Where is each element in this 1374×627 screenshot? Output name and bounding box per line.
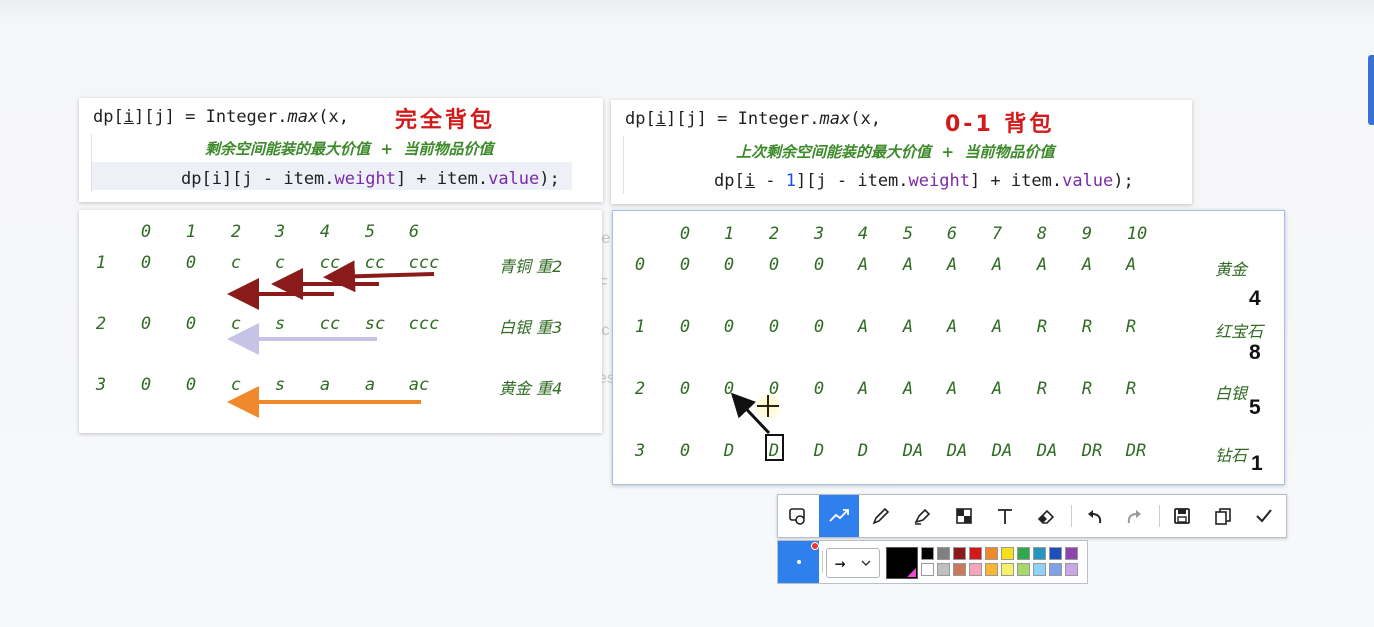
pencil-icon [872,507,890,525]
color-swatch[interactable] [1033,547,1046,560]
text-icon [998,509,1012,524]
stroke-dot-icon [797,560,801,564]
eraser-tool-button[interactable] [1026,495,1066,537]
shape-icon [789,508,805,525]
indent-guide [623,136,624,194]
color-palette-panel: → [777,540,1088,584]
right-dp-table: 0 1 2 3 4 5 6 7 8 9 10 0 0 0 0 0 A A A A… [612,210,1285,485]
shape-tool-button[interactable] [778,495,818,537]
line-arrow-tool-button[interactable] [819,495,859,537]
toolbar-separator [1071,505,1072,527]
annotation-arrows [227,260,435,418]
check-icon [1256,509,1272,523]
palette-separator [822,551,823,573]
highlighter-icon [914,508,931,525]
trend-line-icon [829,509,849,522]
color-swatch[interactable] [937,547,950,560]
code-line-3: dp[i][j - item.weight] + item.value); [181,169,560,189]
undo-button[interactable] [1074,495,1114,537]
color-swatch[interactable] [969,563,982,576]
window-edge-tab [1368,55,1374,125]
code-line-3: dp[i - 1][j - item.weight] + item.value)… [714,171,1134,191]
color-swatch[interactable] [969,547,982,560]
current-color-swatch[interactable] [886,547,918,579]
mosaic-icon [956,508,972,524]
code-line-1: dp[i][j] = Integer.max(x, [93,107,349,127]
annotation-toolbar [777,494,1287,538]
color-swatch[interactable] [921,547,934,560]
color-swatch[interactable] [985,547,998,560]
arrow-dark-red [323,260,435,293]
color-swatch[interactable] [921,563,934,576]
color-swatch[interactable] [985,563,998,576]
left-dp-table: 0 1 2 3 4 5 6 1 0 0 c c cc cc ccc 青铜 重2 … [79,210,602,433]
title-complete-knapsack: 完全背包 [395,108,496,133]
undo-icon [1088,510,1102,524]
color-swatch[interactable] [1065,547,1078,560]
text-tool-button[interactable] [985,495,1025,537]
color-swatch[interactable] [1049,547,1062,560]
color-swatch[interactable] [1065,563,1078,576]
color-swatch[interactable] [1001,547,1014,560]
stroke-size-button[interactable] [778,541,819,583]
chevron-down-icon [861,560,871,566]
redo-icon [1127,510,1141,524]
selected-indicator [811,542,819,550]
color-swatch[interactable] [937,563,950,576]
code-line-1: dp[i][j] = Integer.max(x, [625,109,881,129]
copy-icon [1215,508,1231,525]
crosshair-cursor [753,391,783,421]
annotation-arrow [730,392,771,435]
mosaic-tool-button[interactable] [944,495,984,537]
marker-tool-button[interactable] [902,495,942,537]
save-icon [1174,508,1190,524]
title-01-knapsack: 0-1 背包 [945,112,1055,137]
right-code-panel: dp[i][j] = Integer.max(x, 0-1 背包 上次剩余空间能… [611,100,1192,204]
color-swatch[interactable] [1017,547,1030,560]
save-button[interactable] [1162,495,1202,537]
color-swatch[interactable] [1033,563,1046,576]
color-swatch[interactable] [1017,563,1030,576]
arrow-style-value: → [834,552,846,574]
color-swatch[interactable] [953,547,966,560]
redo-button[interactable] [1115,495,1155,537]
comment-line: 上次剩余空间能装的最大价值 + 当前物品价值 [736,143,1055,161]
confirm-button[interactable] [1244,495,1284,537]
pencil-tool-button[interactable] [861,495,901,537]
eraser-icon [1037,509,1055,524]
left-code-panel: dp[i][j] = Integer.max(x, 完全背包 剩余空间能装的最大… [79,98,603,202]
copy-button[interactable] [1203,495,1243,537]
color-swatch[interactable] [1049,563,1062,576]
color-wheel-icon [907,568,916,577]
comment-line: 剩余空间能装的最大价值 + 当前物品价值 [205,140,494,158]
color-swatch[interactable] [953,563,966,576]
color-swatch[interactable] [1001,563,1014,576]
arrow-style-select[interactable]: → [826,548,880,578]
toolbar-separator [1159,505,1160,527]
